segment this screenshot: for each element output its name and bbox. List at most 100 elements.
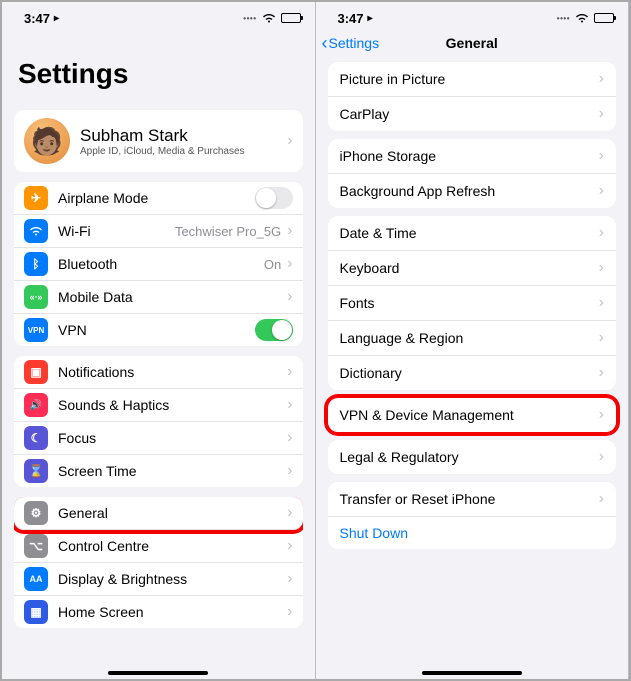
status-bar: 3:47 ▸ •••• bbox=[316, 2, 629, 30]
chevron-right-icon: › bbox=[599, 490, 604, 508]
mobile-data-row[interactable]: «⋅» Mobile Data › bbox=[14, 281, 303, 314]
antenna-icon: «⋅» bbox=[24, 285, 48, 309]
chevron-right-icon: › bbox=[287, 288, 292, 306]
status-bar: 3:47 ▸ •••• bbox=[2, 2, 315, 30]
wifi-icon bbox=[575, 11, 589, 26]
pip-row[interactable]: Picture in Picture › bbox=[328, 62, 617, 97]
wifi-icon bbox=[262, 11, 276, 26]
bluetooth-row[interactable]: ᛒ Bluetooth On › bbox=[14, 248, 303, 281]
wifi-detail: Techwiser Pro_5G bbox=[175, 224, 281, 239]
profile-subtitle: Apple ID, iCloud, Media & Purchases bbox=[80, 146, 287, 157]
focus-icon: ☾ bbox=[24, 426, 48, 450]
group-system: Date & Time › Keyboard › Fonts › Languag… bbox=[328, 216, 617, 390]
profile-row[interactable]: 🧑🏽 Subham Stark Apple ID, iCloud, Media … bbox=[14, 110, 303, 172]
home-screen-icon: ▦ bbox=[24, 600, 48, 624]
storage-row[interactable]: iPhone Storage › bbox=[328, 139, 617, 174]
general-row[interactable]: ⚙ General › bbox=[14, 497, 303, 530]
chevron-right-icon: › bbox=[599, 182, 604, 200]
vpn-toggle[interactable] bbox=[255, 319, 293, 341]
transfer-row[interactable]: Transfer or Reset iPhone › bbox=[328, 482, 617, 517]
carplay-row[interactable]: CarPlay › bbox=[328, 97, 617, 131]
vpn-mgmt-label: VPN & Device Management bbox=[340, 407, 599, 423]
notifications-icon: ▣ bbox=[24, 360, 48, 384]
keyboard-label: Keyboard bbox=[340, 260, 599, 276]
avatar: 🧑🏽 bbox=[24, 118, 70, 164]
profile-group: 🧑🏽 Subham Stark Apple ID, iCloud, Media … bbox=[14, 110, 303, 172]
focus-row[interactable]: ☾ Focus › bbox=[14, 422, 303, 455]
system-group-2: ⚙ General › ⌥ Control Centre › AA Displa… bbox=[14, 497, 303, 628]
chevron-right-icon: › bbox=[287, 603, 292, 621]
transfer-label: Transfer or Reset iPhone bbox=[340, 491, 599, 507]
group-reset: Transfer or Reset iPhone › Shut Down bbox=[328, 482, 617, 549]
chevron-right-icon: › bbox=[287, 570, 292, 588]
refresh-row[interactable]: Background App Refresh › bbox=[328, 174, 617, 208]
chevron-right-icon: › bbox=[599, 147, 604, 165]
chevron-right-icon: › bbox=[287, 429, 292, 447]
control-label: Control Centre bbox=[58, 538, 287, 554]
cellular-dots-icon: •••• bbox=[557, 14, 570, 23]
chevron-right-icon: › bbox=[287, 537, 292, 555]
screentime-label: Screen Time bbox=[58, 463, 287, 479]
date-row[interactable]: Date & Time › bbox=[328, 216, 617, 251]
home-screen-row[interactable]: ▦ Home Screen › bbox=[14, 596, 303, 628]
display-label: Display & Brightness bbox=[58, 571, 287, 587]
shutdown-label: Shut Down bbox=[340, 525, 605, 541]
screentime-row[interactable]: ⌛ Screen Time › bbox=[14, 455, 303, 487]
screentime-icon: ⌛ bbox=[24, 459, 48, 483]
gear-icon: ⚙ bbox=[24, 501, 48, 525]
legal-label: Legal & Regulatory bbox=[340, 449, 599, 465]
bluetooth-detail: On bbox=[264, 257, 281, 272]
display-row[interactable]: AA Display & Brightness › bbox=[14, 563, 303, 596]
storage-label: iPhone Storage bbox=[340, 148, 599, 164]
lang-row[interactable]: Language & Region › bbox=[328, 321, 617, 356]
wifi-row[interactable]: Wi-Fi Techwiser Pro_5G › bbox=[14, 215, 303, 248]
chevron-right-icon: › bbox=[599, 259, 604, 277]
cellular-dots-icon: •••• bbox=[243, 14, 256, 23]
sounds-row[interactable]: 🔊 Sounds & Haptics › bbox=[14, 389, 303, 422]
chevron-right-icon: › bbox=[599, 224, 604, 242]
airplane-toggle[interactable] bbox=[255, 187, 293, 209]
bluetooth-label: Bluetooth bbox=[58, 256, 264, 272]
right-screen: 3:47 ▸ •••• ‹ Settings General Picture i… bbox=[316, 2, 630, 679]
status-time: 3:47 bbox=[338, 11, 364, 26]
vpn-icon: VPN bbox=[24, 318, 48, 342]
chevron-right-icon: › bbox=[599, 364, 604, 382]
mobile-label: Mobile Data bbox=[58, 289, 287, 305]
home-label: Home Screen bbox=[58, 604, 287, 620]
group-pip: Picture in Picture › CarPlay › bbox=[328, 62, 617, 131]
legal-row[interactable]: Legal & Regulatory › bbox=[328, 440, 617, 474]
vpn-mgmt-row[interactable]: VPN & Device Management › bbox=[328, 398, 617, 432]
focus-label: Focus bbox=[58, 430, 287, 446]
control-centre-row[interactable]: ⌥ Control Centre › bbox=[14, 530, 303, 563]
keyboard-row[interactable]: Keyboard › bbox=[328, 251, 617, 286]
wifi-label: Wi-Fi bbox=[58, 223, 175, 239]
bluetooth-icon: ᛒ bbox=[24, 252, 48, 276]
lang-label: Language & Region bbox=[340, 330, 599, 346]
home-indicator[interactable] bbox=[108, 671, 208, 675]
location-icon: ▸ bbox=[368, 13, 373, 24]
nav-title: General bbox=[316, 35, 629, 51]
home-indicator[interactable] bbox=[422, 671, 522, 675]
shutdown-row[interactable]: Shut Down bbox=[328, 517, 617, 549]
profile-name: Subham Stark bbox=[80, 126, 287, 146]
airplane-icon: ✈ bbox=[24, 186, 48, 210]
group-vpn: VPN & Device Management › bbox=[328, 398, 617, 432]
dict-row[interactable]: Dictionary › bbox=[328, 356, 617, 390]
chevron-right-icon: › bbox=[599, 406, 604, 424]
chevron-right-icon: › bbox=[599, 105, 604, 123]
group-storage: iPhone Storage › Background App Refresh … bbox=[328, 139, 617, 208]
chevron-right-icon: › bbox=[287, 396, 292, 414]
general-label: General bbox=[58, 505, 287, 521]
airplane-row[interactable]: ✈ Airplane Mode bbox=[14, 182, 303, 215]
notifications-row[interactable]: ▣ Notifications › bbox=[14, 356, 303, 389]
chevron-right-icon: › bbox=[287, 132, 292, 150]
sounds-label: Sounds & Haptics bbox=[58, 397, 287, 413]
chevron-right-icon: › bbox=[287, 255, 292, 273]
left-screen: 3:47 ▸ •••• Settings 🧑🏽 Subham Stark App… bbox=[2, 2, 316, 679]
battery-icon bbox=[281, 13, 301, 23]
pip-label: Picture in Picture bbox=[340, 71, 599, 87]
chevron-right-icon: › bbox=[287, 462, 292, 480]
vpn-row[interactable]: VPN VPN bbox=[14, 314, 303, 346]
fonts-row[interactable]: Fonts › bbox=[328, 286, 617, 321]
display-icon: AA bbox=[24, 567, 48, 591]
